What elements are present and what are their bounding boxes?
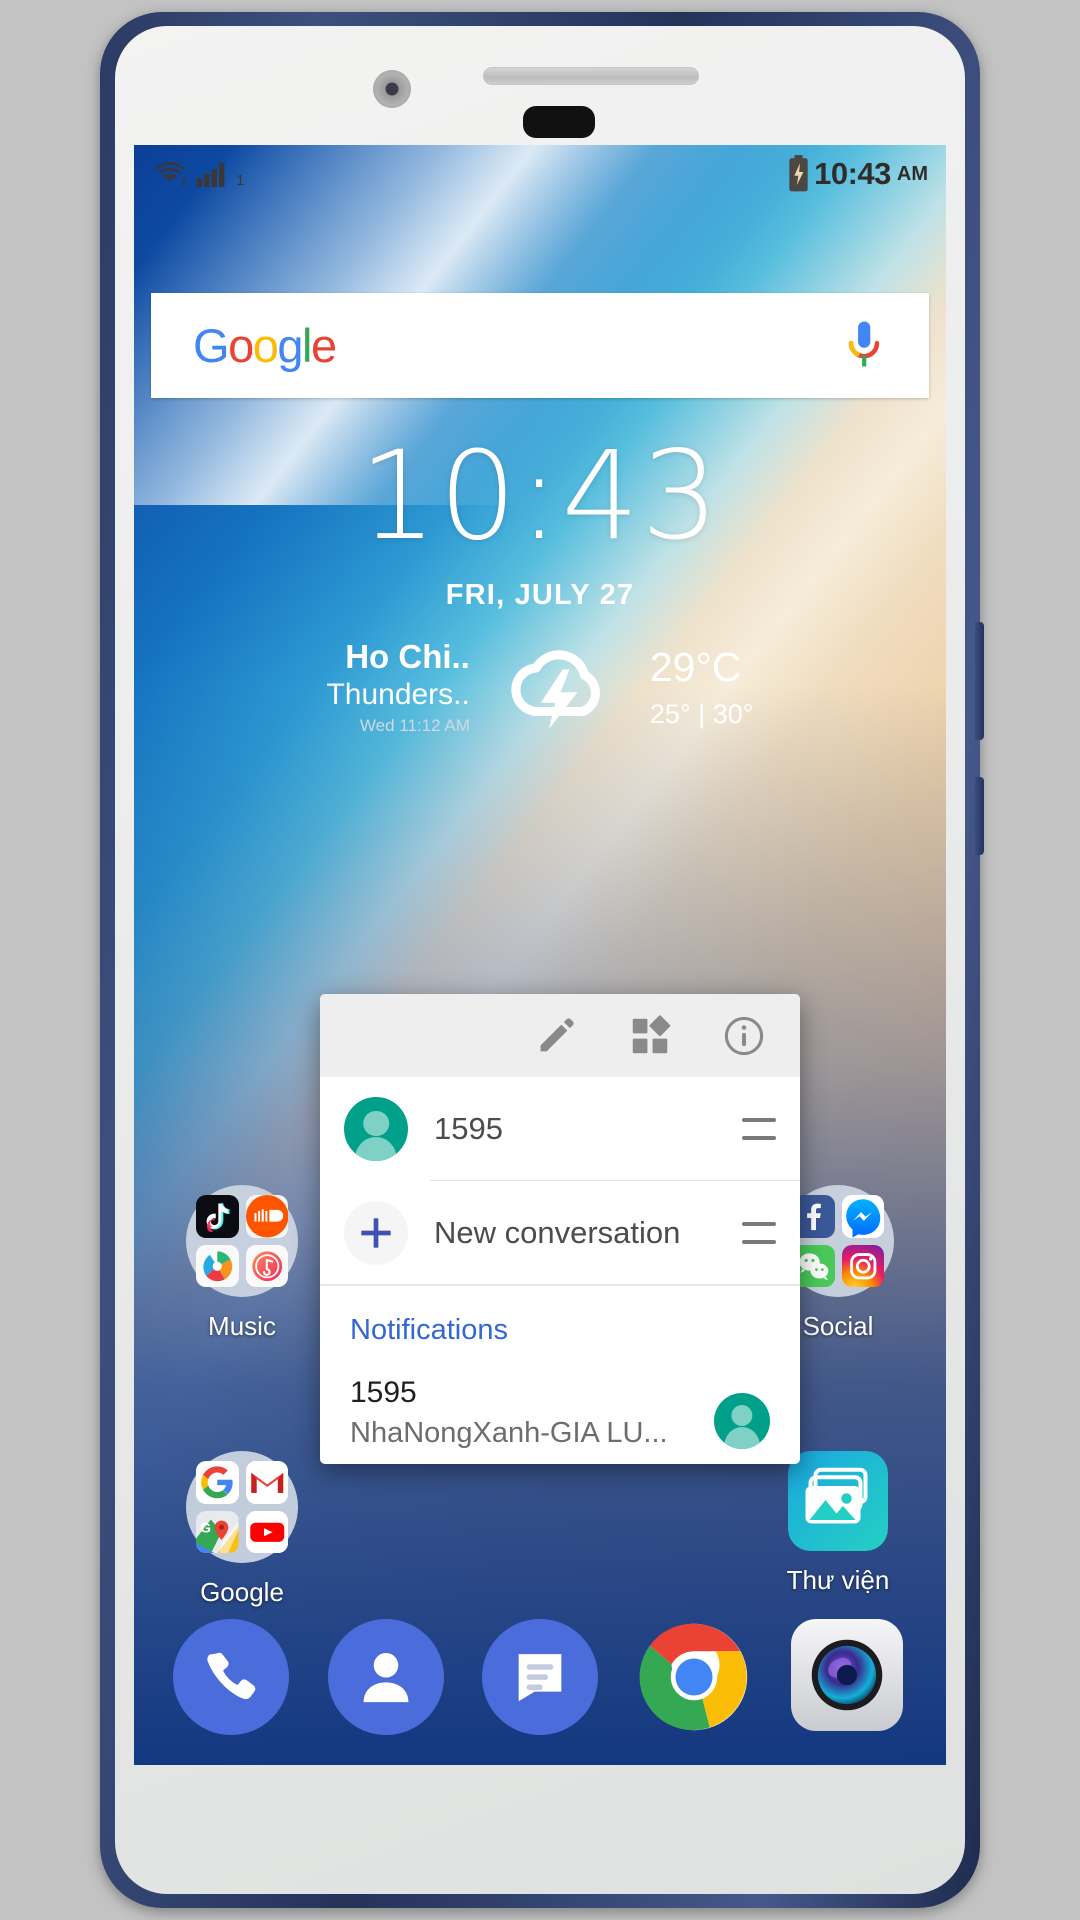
microphone-icon[interactable]: [841, 318, 887, 374]
battery-charging-icon: [787, 155, 810, 193]
dock-item-phone[interactable]: [173, 1619, 290, 1735]
earpiece-speaker: [483, 67, 699, 85]
app-label-gallery: Thư viện: [786, 1565, 890, 1595]
chrome-icon: [636, 1619, 752, 1735]
power-button[interactable]: [975, 622, 984, 740]
weather-updated-time: Wed 11:12 AM: [359, 716, 470, 736]
status-bar-time: 10:43: [814, 156, 891, 191]
weather-temperature-block: 29°C 25° | 30°: [649, 643, 754, 730]
folder-preview-music: [186, 1185, 298, 1297]
messenger-icon: [841, 1195, 884, 1238]
dock-item-chrome[interactable]: [636, 1619, 752, 1735]
folder-preview-google: G: [186, 1451, 298, 1563]
notification-text-block: 1595 NhaNongXanh-GIA LU...: [350, 1373, 714, 1453]
weather-temperature: 29°C: [649, 643, 742, 690]
folder-label-google: Google: [200, 1577, 284, 1607]
cellular-signal-icon: [195, 161, 228, 189]
volume-button[interactable]: [975, 777, 984, 855]
google-maps-icon: G: [196, 1510, 239, 1553]
app-gallery[interactable]: Thư viện: [758, 1451, 918, 1596]
instagram-icon: [841, 1244, 884, 1287]
weather-range: 25° | 30°: [649, 698, 754, 729]
popup-toolbar: [320, 994, 800, 1077]
shortcut-label: New conversation: [434, 1214, 681, 1250]
contacts-icon: [327, 1619, 444, 1735]
drag-handle-icon[interactable]: [742, 1221, 776, 1244]
contact-avatar-green: [714, 1392, 770, 1449]
spotify-icon: [196, 1244, 239, 1287]
dock-item-camera[interactable]: [790, 1619, 907, 1735]
contact-avatar-green: [344, 1096, 408, 1161]
gmail-icon: [245, 1461, 288, 1504]
clock-time: 10:43: [359, 425, 721, 567]
shortcut-label: 1595: [434, 1110, 503, 1146]
folder-google[interactable]: G Google: [162, 1451, 322, 1608]
wifi-icon: [152, 159, 188, 189]
camera-icon: [790, 1619, 903, 1731]
clock-weather-widget[interactable]: 10:43 FRI, JULY 27 Ho Chi.. Thunders.. W…: [134, 435, 946, 736]
notifications-header: Notifications: [350, 1314, 508, 1346]
soundcloud-icon: [245, 1195, 288, 1238]
dock-item-contacts[interactable]: [327, 1619, 444, 1735]
svg-text:G: G: [200, 1519, 211, 1535]
plus-icon: [344, 1200, 408, 1265]
weather-city: Ho Chi..: [345, 638, 470, 675]
folder-music[interactable]: Music: [162, 1185, 322, 1342]
front-camera-icon: [373, 70, 411, 108]
google-search-widget[interactable]: Google: [151, 293, 929, 398]
phone-screen: 1 10:43 AM Google 10:43 FRI, JULY 27 Ho …: [134, 145, 946, 1765]
notification-body: NhaNongXanh-GIA LU...: [350, 1416, 668, 1449]
dock-item-messages[interactable]: [481, 1619, 598, 1735]
phone-icon: [173, 1619, 290, 1735]
notification-item[interactable]: 1595 NhaNongXanh-GIA LU...: [320, 1347, 800, 1453]
sim-slot-number: 1: [236, 172, 245, 189]
tiktok-icon: [196, 1195, 239, 1238]
music-player-icon: [245, 1244, 288, 1287]
weather-location-block: Ho Chi.. Thunders.. Wed 11:12 AM: [326, 638, 469, 736]
proximity-sensor: [523, 106, 595, 138]
clock-date: FRI, JULY 27: [445, 579, 635, 611]
google-logo: Google: [193, 319, 337, 372]
folder-label-music: Music: [208, 1311, 276, 1341]
google-search-icon: [196, 1461, 239, 1504]
gallery-icon: [788, 1451, 888, 1551]
dock: [134, 1619, 946, 1735]
thunderstorm-cloud-icon: [504, 638, 616, 736]
weather-widget[interactable]: Ho Chi.. Thunders.. Wed 11:12 AM 29°C 25…: [134, 638, 946, 736]
widgets-grid-icon[interactable]: [627, 1013, 673, 1059]
pencil-edit-icon[interactable]: [533, 1013, 579, 1059]
shortcut-row-new-conversation[interactable]: New conversation: [320, 1181, 800, 1284]
status-bar: 1 10:43 AM: [134, 145, 946, 203]
weather-condition: Thunders..: [326, 677, 470, 711]
youtube-icon: [245, 1510, 288, 1553]
info-circle-icon[interactable]: [721, 1013, 767, 1059]
messages-icon: [481, 1619, 598, 1735]
drag-handle-icon[interactable]: [742, 1117, 776, 1140]
notification-title: 1595: [350, 1376, 417, 1409]
shortcut-row-contact[interactable]: 1595: [320, 1077, 800, 1180]
app-shortcut-popup[interactable]: 1595 New conversation Notifications 1595…: [320, 994, 800, 1464]
status-bar-ampm: AM: [896, 162, 928, 185]
